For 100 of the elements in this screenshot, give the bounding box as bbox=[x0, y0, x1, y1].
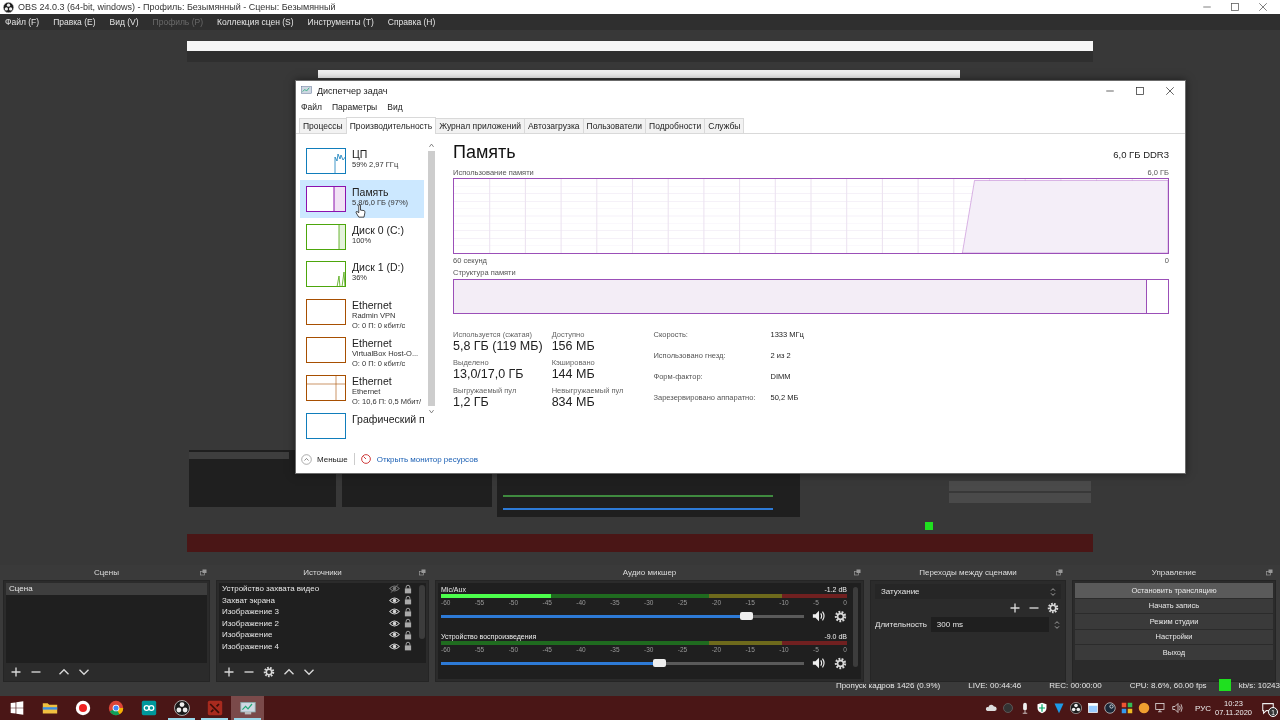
scrollbar[interactable] bbox=[419, 585, 425, 639]
status-text: Пропуск кадров 1426 (0.9%) bbox=[835, 680, 941, 690]
windows-logo-icon[interactable] bbox=[9, 701, 24, 715]
hand-cursor-icon bbox=[355, 204, 366, 218]
cloud-icon[interactable] bbox=[985, 702, 997, 714]
source-item[interactable]: Изображение 2 bbox=[222, 618, 386, 628]
settings-icon[interactable] bbox=[263, 666, 275, 678]
source-item[interactable]: Захват экрана bbox=[222, 595, 386, 605]
undock-icon[interactable] bbox=[1266, 569, 1273, 576]
tab[interactable]: Службы bbox=[704, 118, 745, 133]
menu-item[interactable]: Параметры bbox=[331, 102, 378, 112]
tab[interactable]: Производительность bbox=[345, 117, 437, 134]
source-item[interactable]: Устройство захвата видео bbox=[222, 584, 386, 594]
settings-icon[interactable] bbox=[834, 656, 847, 670]
eye-icon[interactable] bbox=[389, 640, 400, 652]
game-icon[interactable] bbox=[206, 700, 223, 716]
menu-item[interactable]: Правка (E) bbox=[53, 17, 96, 27]
spinner-icon[interactable] bbox=[1053, 618, 1061, 631]
browser-icon[interactable] bbox=[74, 700, 91, 716]
menu-item[interactable]: Справка (H) bbox=[387, 17, 436, 27]
close-icon[interactable] bbox=[1165, 85, 1175, 96]
maximize-icon[interactable] bbox=[1230, 2, 1240, 12]
menu-item[interactable]: Файл bbox=[301, 102, 322, 112]
source-item[interactable]: Изображение 3 bbox=[222, 607, 386, 617]
speaker-icon[interactable] bbox=[812, 656, 826, 670]
panel-title: Сцены bbox=[94, 568, 119, 577]
volume-slider[interactable] bbox=[441, 614, 804, 618]
window-title: OBS 24.0.3 (64-bit, windows) - Профиль: Безымянный - Сцены: Безымянный bbox=[18, 2, 336, 12]
plus-icon[interactable] bbox=[10, 666, 22, 678]
tab[interactable]: Процессы bbox=[299, 118, 347, 133]
volume-slider[interactable] bbox=[441, 661, 804, 665]
settings-icon[interactable] bbox=[834, 609, 847, 623]
speaker-icon[interactable] bbox=[812, 609, 826, 623]
stat-value: 144 МБ bbox=[551, 367, 596, 381]
lock-icon[interactable] bbox=[403, 583, 413, 594]
tab[interactable]: Журнал приложений bbox=[435, 118, 525, 133]
section-title: Память bbox=[453, 142, 516, 163]
undock-icon[interactable] bbox=[1056, 569, 1063, 576]
scene-item[interactable]: Сцена bbox=[6, 583, 207, 595]
lock-icon[interactable] bbox=[403, 606, 413, 617]
lock-icon[interactable] bbox=[403, 629, 413, 640]
network-icon[interactable] bbox=[1155, 702, 1167, 714]
lock-icon[interactable] bbox=[403, 618, 413, 629]
tab[interactable]: Подробности bbox=[645, 118, 706, 133]
lock-icon[interactable] bbox=[403, 595, 413, 606]
tab[interactable]: Автозагрузка bbox=[523, 118, 584, 133]
steam-icon[interactable] bbox=[1104, 702, 1116, 714]
stat-value: 13,0/17,0 ГБ bbox=[453, 367, 525, 381]
scroll-up-icon[interactable] bbox=[428, 142, 435, 149]
status-text: LIVE: 00:44:46 bbox=[968, 680, 1022, 690]
task-manager-icon bbox=[301, 85, 312, 96]
eye-icon[interactable] bbox=[389, 617, 400, 629]
menu-item[interactable]: Инструменты (T) bbox=[307, 17, 374, 27]
window-icon[interactable] bbox=[1087, 702, 1099, 714]
volume-icon[interactable] bbox=[1172, 702, 1184, 714]
lock-icon[interactable] bbox=[403, 641, 413, 652]
undock-icon[interactable] bbox=[854, 569, 861, 576]
undock-icon[interactable] bbox=[200, 569, 207, 576]
tiles-icon[interactable] bbox=[1121, 702, 1133, 714]
panel-title: Переходы между сценами bbox=[919, 568, 1017, 577]
menu-item[interactable]: Файл (F) bbox=[5, 17, 40, 27]
vpn-shield-icon[interactable] bbox=[1053, 702, 1065, 714]
resource-item[interactable]: Графический п bbox=[300, 407, 424, 445]
shield-icon[interactable] bbox=[1036, 702, 1048, 714]
transition-dropdown[interactable]: Затухание bbox=[875, 584, 1061, 599]
panel-title: Аудио микшер bbox=[622, 568, 677, 577]
eye-icon[interactable] bbox=[389, 606, 400, 618]
source-item[interactable]: Изображение 4 bbox=[222, 641, 386, 651]
resource-monitor-link[interactable]: Открыть монитор ресурсов bbox=[376, 454, 478, 464]
eye-icon[interactable] bbox=[389, 594, 400, 606]
close-icon[interactable] bbox=[1258, 2, 1268, 12]
hidden-eye-icon[interactable] bbox=[389, 583, 400, 595]
field-label: Длительность bbox=[875, 620, 927, 629]
menu-item[interactable]: Вид bbox=[387, 102, 403, 112]
obs-icon[interactable] bbox=[173, 700, 190, 716]
scroll-down-icon[interactable] bbox=[428, 408, 435, 415]
menu-item[interactable]: Вид (V) bbox=[109, 17, 139, 27]
plus-icon[interactable] bbox=[1009, 602, 1021, 614]
stat-value: 5,8 ГБ (119 МБ) bbox=[453, 339, 543, 353]
maximize-icon[interactable] bbox=[1135, 85, 1145, 96]
obs-logo-icon[interactable] bbox=[3, 1, 14, 13]
language-indicator[interactable]: РУС bbox=[1195, 703, 1211, 713]
duration-field[interactable]: 300 ms bbox=[930, 617, 1049, 632]
fewer-details-button[interactable]: Меньше bbox=[301, 453, 348, 465]
spinner-icon bbox=[1049, 585, 1057, 598]
tab[interactable]: Пользователи bbox=[582, 118, 646, 133]
eye-icon[interactable] bbox=[389, 629, 400, 641]
folder-icon[interactable] bbox=[41, 700, 58, 716]
chrome-icon[interactable] bbox=[107, 700, 124, 716]
round-app-icon[interactable] bbox=[1138, 702, 1150, 714]
task-manager-icon[interactable] bbox=[239, 700, 256, 716]
settings-icon[interactable] bbox=[1047, 602, 1059, 614]
undock-icon[interactable] bbox=[419, 569, 426, 576]
infinity-app-icon[interactable] bbox=[140, 700, 157, 716]
panel-title: Управление bbox=[1151, 568, 1197, 577]
scrollbar[interactable] bbox=[853, 587, 858, 667]
plus-icon[interactable] bbox=[223, 666, 235, 678]
menu-item[interactable]: Коллекция сцен (S) bbox=[217, 17, 294, 27]
obs-icon[interactable] bbox=[1070, 702, 1082, 714]
source-item[interactable]: Изображение bbox=[222, 630, 386, 640]
